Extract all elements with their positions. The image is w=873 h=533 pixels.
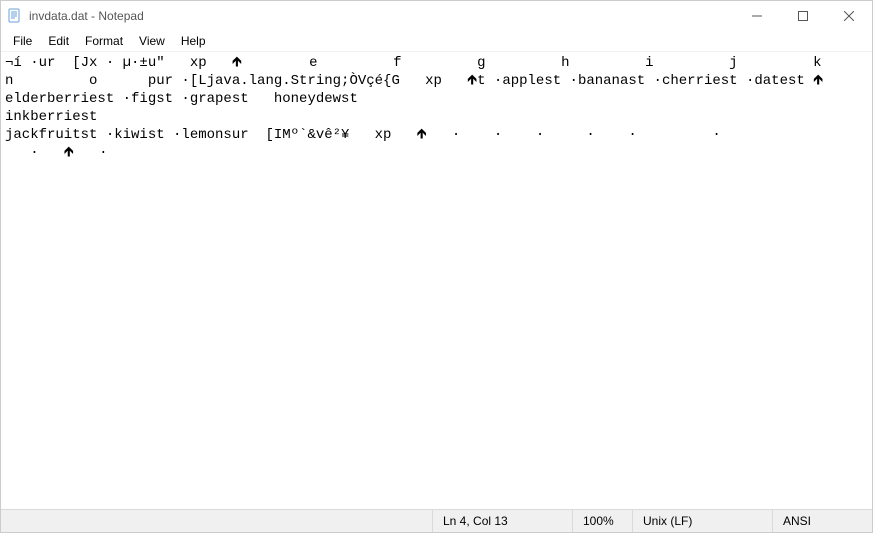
content-line: ¬í ·ur [Jx · µ·±u" xp 🡹 e f g h i j k l … (5, 55, 872, 71)
content-line: n o pur ·[Ljava.lang.String;­ÒVçé{G xp 🡹… (5, 73, 823, 89)
menu-help[interactable]: Help (173, 32, 214, 50)
status-zoom: 100% (572, 510, 632, 532)
menu-bar: File Edit Format View Help (1, 31, 872, 51)
menu-edit[interactable]: Edit (40, 32, 77, 50)
content-line: · 🡹 · (5, 145, 107, 161)
title-bar: invdata.dat - Notepad (1, 1, 872, 31)
menu-file[interactable]: File (5, 32, 40, 50)
close-button[interactable] (826, 1, 872, 31)
status-empty (1, 510, 432, 532)
text-editor[interactable]: ¬í ·ur [Jx · µ·±u" xp 🡹 e f g h i j k l … (1, 51, 872, 509)
content-line: jackfruitst ·kiwist ·lemonsur [IMº`&vê²¥… (5, 127, 721, 143)
close-icon (844, 11, 854, 21)
status-line-col: Ln 4, Col 13 (432, 510, 572, 532)
minimize-icon (752, 11, 762, 21)
notepad-icon (7, 8, 23, 24)
status-encoding: ANSI (772, 510, 872, 532)
window-title: invdata.dat - Notepad (29, 9, 144, 23)
status-line-ending: Unix (LF) (632, 510, 772, 532)
menu-view[interactable]: View (131, 32, 173, 50)
maximize-icon (798, 11, 808, 21)
minimize-button[interactable] (734, 1, 780, 31)
content-line: elderberriest ·figst ·grapest honeydewst (5, 91, 366, 107)
menu-format[interactable]: Format (77, 32, 131, 50)
content-line: inkberriest (5, 109, 106, 125)
maximize-button[interactable] (780, 1, 826, 31)
status-bar: Ln 4, Col 13 100% Unix (LF) ANSI (1, 509, 872, 532)
